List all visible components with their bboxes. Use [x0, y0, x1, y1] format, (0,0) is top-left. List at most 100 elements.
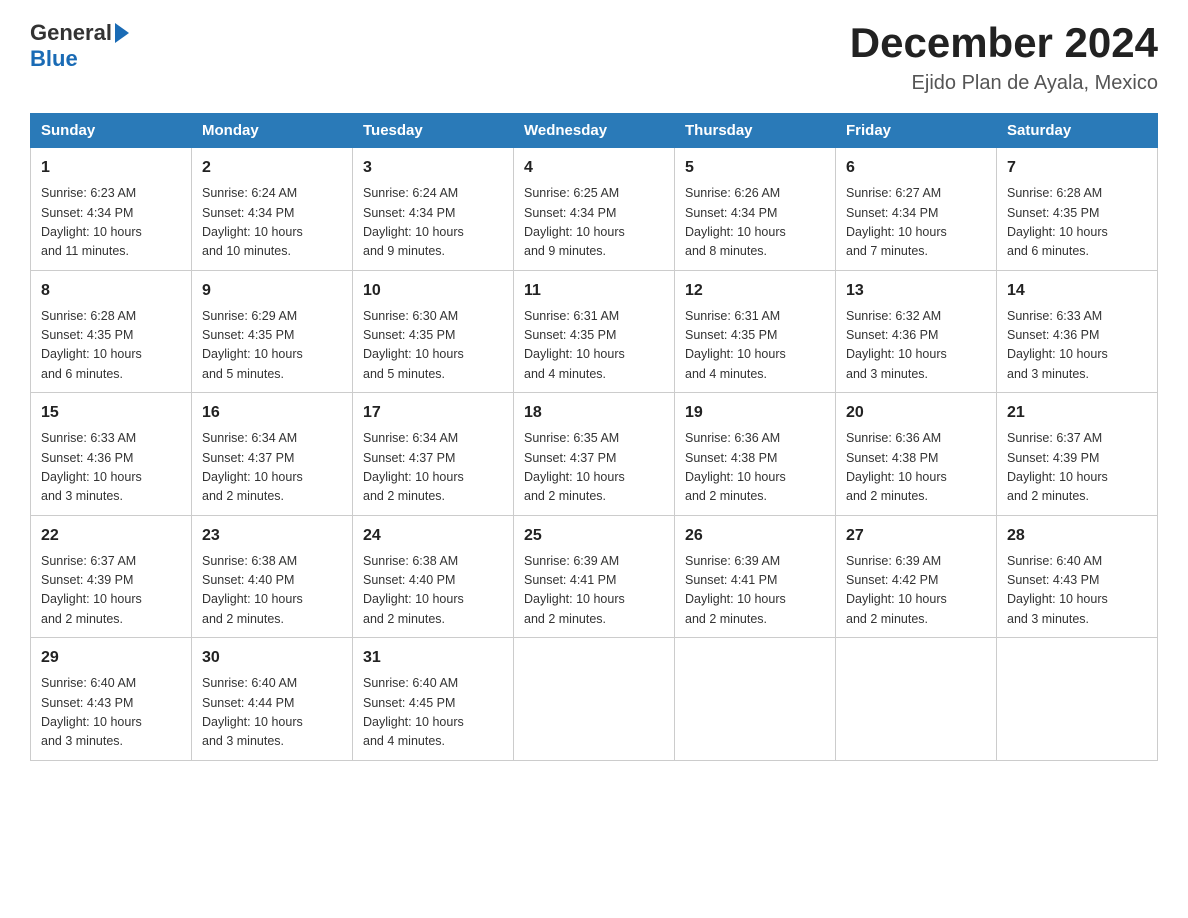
day-cell-10: 10Sunrise: 6:30 AMSunset: 4:35 PMDayligh… — [353, 270, 514, 393]
weekday-header-row: SundayMondayTuesdayWednesdayThursdayFrid… — [31, 114, 1158, 148]
day-number: 13 — [846, 279, 986, 303]
day-info: Sunrise: 6:35 AMSunset: 4:37 PMDaylight:… — [524, 429, 664, 507]
day-cell-18: 18Sunrise: 6:35 AMSunset: 4:37 PMDayligh… — [514, 393, 675, 516]
day-cell-9: 9 Sunrise: 6:29 AMSunset: 4:35 PMDaylight… — [192, 270, 353, 393]
day-info: Sunrise: 6:40 AMSunset: 4:44 PMDaylight:… — [202, 674, 342, 752]
day-cell-23: 23 Sunrise: 6:38 AMSunset: 4:40 PMDayligh… — [192, 515, 353, 638]
day-number: 7 — [1007, 156, 1147, 180]
day-info: Sunrise: 6:34 AMSunset: 4:37 PMDaylight:… — [363, 429, 503, 507]
day-number: 19 — [685, 401, 825, 425]
day-info: Sunrise: 6:40 AMSunset: 4:43 PMDaylight:… — [41, 674, 181, 752]
day-info: Sunrise: 6:36 AMSunset: 4:38 PMDaylight:… — [685, 429, 825, 507]
day-cell-6: 6Sunrise: 6:27 AMSunset: 4:34 PMDaylight… — [836, 148, 997, 271]
day-cell-14: 14 Sunrise: 6:33 AMSunset: 4:36 PMDayligh… — [997, 270, 1158, 393]
week-row-5: 29Sunrise: 6:40 AMSunset: 4:43 PMDayligh… — [31, 638, 1158, 761]
day-number: 24 — [363, 524, 503, 548]
day-info: Sunrise: 6:31 AMSunset: 4:35 PMDaylight:… — [685, 307, 825, 385]
day-info: Sunrise: 6:37 AMSunset: 4:39 PMDaylight:… — [1007, 429, 1147, 507]
day-cell-16: 16 Sunrise: 6:34 AMSunset: 4:37 PMDayligh… — [192, 393, 353, 516]
day-cell-2: 2 Sunrise: 6:24 AMSunset: 4:34 PMDaylight… — [192, 148, 353, 271]
day-cell-17: 17 Sunrise: 6:34 AMSunset: 4:37 PMDayligh… — [353, 393, 514, 516]
day-number: 20 — [846, 401, 986, 425]
day-cell-19: 19 Sunrise: 6:36 AMSunset: 4:38 PMDayligh… — [675, 393, 836, 516]
day-cell-30: 30 Sunrise: 6:40 AMSunset: 4:44 PMDayligh… — [192, 638, 353, 761]
calendar-title: December 2024 — [850, 20, 1158, 66]
calendar-subtitle: Ejido Plan de Ayala, Mexico — [850, 72, 1158, 95]
day-number: 3 — [363, 156, 503, 180]
day-number: 11 — [524, 279, 664, 303]
day-info: Sunrise: 6:36 AMSunset: 4:38 PMDaylight:… — [846, 429, 986, 507]
day-number: 23 — [202, 524, 342, 548]
weekday-header-tuesday: Tuesday — [353, 114, 514, 148]
weekday-header-friday: Friday — [836, 114, 997, 148]
week-row-2: 8 Sunrise: 6:28 AMSunset: 4:35 PMDaylight… — [31, 270, 1158, 393]
day-info: Sunrise: 6:39 AMSunset: 4:42 PMDaylight:… — [846, 552, 986, 630]
day-cell-24: 24 Sunrise: 6:38 AMSunset: 4:40 PMDayligh… — [353, 515, 514, 638]
day-number: 1 — [41, 156, 181, 180]
day-cell-3: 3 Sunrise: 6:24 AMSunset: 4:34 PMDaylight… — [353, 148, 514, 271]
weekday-header-sunday: Sunday — [31, 114, 192, 148]
day-cell-13: 13 Sunrise: 6:32 AMSunset: 4:36 PMDayligh… — [836, 270, 997, 393]
day-info: Sunrise: 6:23 AMSunset: 4:34 PMDaylight:… — [41, 184, 181, 262]
day-cell-7: 7 Sunrise: 6:28 AMSunset: 4:35 PMDaylight… — [997, 148, 1158, 271]
day-number: 2 — [202, 156, 342, 180]
day-info: Sunrise: 6:29 AMSunset: 4:35 PMDaylight:… — [202, 307, 342, 385]
week-row-4: 22Sunrise: 6:37 AMSunset: 4:39 PMDayligh… — [31, 515, 1158, 638]
day-number: 21 — [1007, 401, 1147, 425]
day-cell-4: 4 Sunrise: 6:25 AMSunset: 4:34 PMDaylight… — [514, 148, 675, 271]
day-number: 10 — [363, 279, 503, 303]
day-info: Sunrise: 6:24 AMSunset: 4:34 PMDaylight:… — [202, 184, 342, 262]
week-row-1: 1 Sunrise: 6:23 AMSunset: 4:34 PMDaylight… — [31, 148, 1158, 271]
day-cell-27: 27 Sunrise: 6:39 AMSunset: 4:42 PMDayligh… — [836, 515, 997, 638]
day-cell-8: 8 Sunrise: 6:28 AMSunset: 4:35 PMDaylight… — [31, 270, 192, 393]
weekday-header-monday: Monday — [192, 114, 353, 148]
day-info: Sunrise: 6:33 AMSunset: 4:36 PMDaylight:… — [1007, 307, 1147, 385]
day-number: 31 — [363, 646, 503, 670]
day-info: Sunrise: 6:39 AMSunset: 4:41 PMDaylight:… — [524, 552, 664, 630]
day-info: Sunrise: 6:40 AMSunset: 4:43 PMDaylight:… — [1007, 552, 1147, 630]
day-cell-5: 5Sunrise: 6:26 AMSunset: 4:34 PMDaylight… — [675, 148, 836, 271]
day-info: Sunrise: 6:25 AMSunset: 4:34 PMDaylight:… — [524, 184, 664, 262]
day-number: 27 — [846, 524, 986, 548]
day-number: 26 — [685, 524, 825, 548]
week-row-3: 15 Sunrise: 6:33 AMSunset: 4:36 PMDayligh… — [31, 393, 1158, 516]
weekday-header-wednesday: Wednesday — [514, 114, 675, 148]
day-number: 4 — [524, 156, 664, 180]
day-cell-12: 12Sunrise: 6:31 AMSunset: 4:35 PMDayligh… — [675, 270, 836, 393]
day-info: Sunrise: 6:33 AMSunset: 4:36 PMDaylight:… — [41, 429, 181, 507]
empty-cell — [997, 638, 1158, 761]
day-info: Sunrise: 6:37 AMSunset: 4:39 PMDaylight:… — [41, 552, 181, 630]
day-cell-31: 31 Sunrise: 6:40 AMSunset: 4:45 PMDayligh… — [353, 638, 514, 761]
day-cell-25: 25 Sunrise: 6:39 AMSunset: 4:41 PMDayligh… — [514, 515, 675, 638]
day-cell-21: 21 Sunrise: 6:37 AMSunset: 4:39 PMDayligh… — [997, 393, 1158, 516]
day-cell-28: 28Sunrise: 6:40 AMSunset: 4:43 PMDayligh… — [997, 515, 1158, 638]
day-info: Sunrise: 6:38 AMSunset: 4:40 PMDaylight:… — [202, 552, 342, 630]
day-info: Sunrise: 6:26 AMSunset: 4:34 PMDaylight:… — [685, 184, 825, 262]
day-cell-1: 1 Sunrise: 6:23 AMSunset: 4:34 PMDaylight… — [31, 148, 192, 271]
day-info: Sunrise: 6:39 AMSunset: 4:41 PMDaylight:… — [685, 552, 825, 630]
empty-cell — [514, 638, 675, 761]
day-number: 15 — [41, 401, 181, 425]
day-number: 9 — [202, 279, 342, 303]
weekday-header-saturday: Saturday — [997, 114, 1158, 148]
logo-arrow-icon — [115, 23, 129, 43]
day-cell-20: 20 Sunrise: 6:36 AMSunset: 4:38 PMDayligh… — [836, 393, 997, 516]
day-number: 6 — [846, 156, 986, 180]
day-number: 30 — [202, 646, 342, 670]
day-info: Sunrise: 6:32 AMSunset: 4:36 PMDaylight:… — [846, 307, 986, 385]
day-info: Sunrise: 6:28 AMSunset: 4:35 PMDaylight:… — [1007, 184, 1147, 262]
day-number: 16 — [202, 401, 342, 425]
logo: General Blue — [30, 20, 129, 72]
day-info: Sunrise: 6:38 AMSunset: 4:40 PMDaylight:… — [363, 552, 503, 630]
day-info: Sunrise: 6:34 AMSunset: 4:37 PMDaylight:… — [202, 429, 342, 507]
day-number: 17 — [363, 401, 503, 425]
logo-general: General — [30, 20, 112, 46]
day-info: Sunrise: 6:24 AMSunset: 4:34 PMDaylight:… — [363, 184, 503, 262]
day-number: 8 — [41, 279, 181, 303]
day-number: 25 — [524, 524, 664, 548]
day-info: Sunrise: 6:40 AMSunset: 4:45 PMDaylight:… — [363, 674, 503, 752]
page-header: General Blue December 2024 Ejido Plan de… — [30, 20, 1158, 95]
day-info: Sunrise: 6:31 AMSunset: 4:35 PMDaylight:… — [524, 307, 664, 385]
day-number: 14 — [1007, 279, 1147, 303]
day-info: Sunrise: 6:28 AMSunset: 4:35 PMDaylight:… — [41, 307, 181, 385]
